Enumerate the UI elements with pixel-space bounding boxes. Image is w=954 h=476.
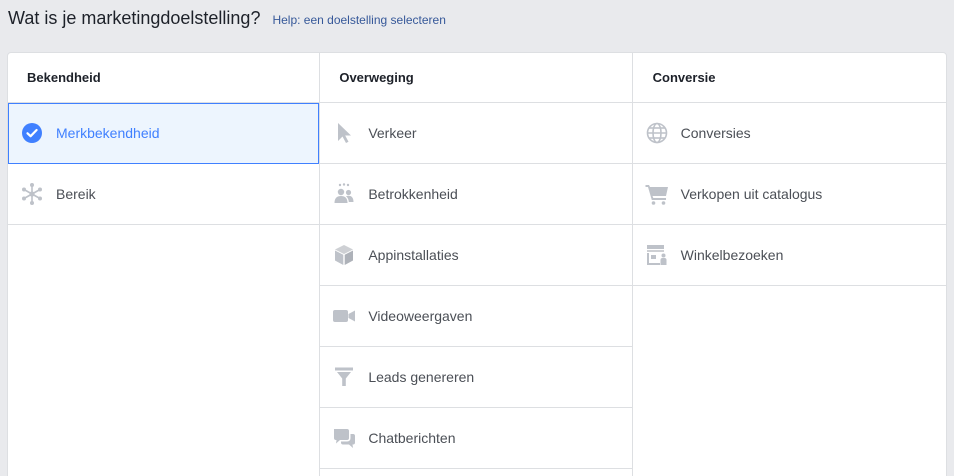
objective-catalog-sales[interactable]: Verkopen uit catalogus [632,164,946,225]
objective-engagement[interactable]: Betrokkenheid [320,164,632,225]
objective-label: Appinstallaties [368,247,459,263]
column-header-consideration: Overweging [320,53,632,103]
column-awareness: Bekendheid Merkbekendheid Bereik [8,53,321,476]
chat-bubbles-icon [332,426,356,450]
help-link[interactable]: Help: een doelstelling selecteren [272,13,445,27]
column-conversion: Conversie Conversies Verkopen uit catalo… [632,53,946,476]
objective-panel: Bekendheid Merkbekendheid Bereik Overweg… [7,52,947,476]
objective-label: Chatberichten [368,430,456,446]
objective-label: Conversies [680,125,751,141]
objective-label: Winkelbezoeken [680,247,784,263]
column-consideration: Overweging Verkeer Betrokkenheid Appinst… [320,53,633,476]
objective-conversions[interactable]: Conversies [632,103,946,164]
objective-video-views[interactable]: Videoweergaven [320,286,632,347]
objective-brand-awareness[interactable]: Merkbekendheid [8,103,320,164]
objective-app-installs[interactable]: Appinstallaties [320,225,632,286]
store-icon [645,243,669,267]
objective-label: Videoweergaven [368,308,473,324]
video-camera-icon [332,304,356,328]
objective-lead-generation[interactable]: Leads genereren [320,347,632,408]
shopping-cart-icon [645,182,669,206]
reach-icon [20,182,44,206]
objective-label: Verkopen uit catalogus [680,186,823,202]
objective-label: Merkbekendheid [56,125,160,141]
objective-store-visits[interactable]: Winkelbezoeken [632,225,946,286]
objective-label: Verkeer [368,125,417,141]
box-icon [332,243,356,267]
column-header-awareness: Bekendheid [8,53,320,103]
people-icon [332,182,356,206]
page-header: Wat is je marketingdoelstelling? Help: e… [8,8,446,34]
globe-icon [645,121,669,145]
objective-label: Bereik [56,186,96,202]
objective-reach[interactable]: Bereik [8,164,320,225]
cursor-icon [332,121,356,145]
funnel-icon [332,365,356,389]
check-circle-icon [20,121,44,145]
column-header-conversion: Conversie [632,53,946,103]
objective-messages[interactable]: Chatberichten [320,408,632,469]
page-title: Wat is je marketingdoelstelling? [8,8,261,28]
objective-traffic[interactable]: Verkeer [320,103,632,164]
objective-label: Betrokkenheid [368,186,458,202]
objective-label: Leads genereren [368,369,475,385]
